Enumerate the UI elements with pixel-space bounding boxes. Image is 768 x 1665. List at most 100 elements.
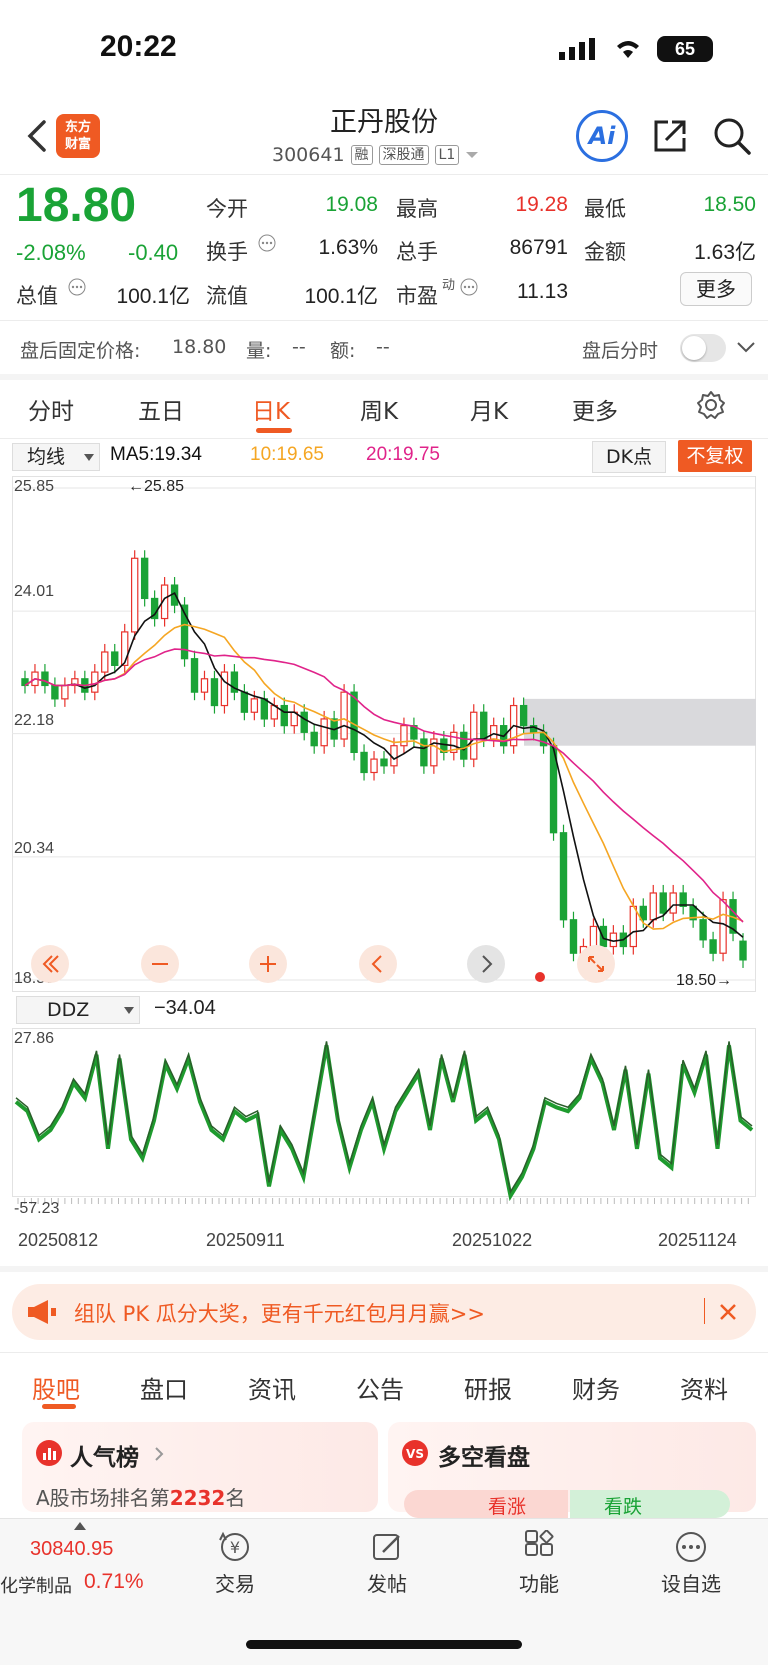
no-adjust-button[interactable]: 不复权	[678, 440, 752, 472]
popularity-title: 人气榜	[70, 1445, 139, 1471]
after-hours-toggle[interactable]	[680, 334, 726, 362]
stock-meta[interactable]: 300641 融 深股通 L1	[272, 144, 479, 166]
high-label: 最高	[396, 197, 438, 221]
zoom-out-icon[interactable]	[140, 944, 180, 984]
megaphone-icon	[28, 1300, 56, 1324]
float-cap-label: 流值	[206, 284, 248, 308]
popularity-rank: 2232	[169, 1486, 226, 1510]
divider	[0, 174, 768, 175]
candle	[320, 718, 328, 747]
turnover-label: 换手	[206, 240, 248, 264]
tag-connect: 深股通	[378, 145, 429, 165]
dropdown-icon	[84, 454, 94, 461]
svg-text:VS: VS	[406, 1447, 424, 1461]
ddz-indicator-select[interactable]: DDZ	[16, 996, 140, 1024]
candle	[709, 939, 717, 954]
dropdown-icon	[124, 1007, 134, 1014]
tag-level: L1	[434, 145, 460, 165]
date-label: 20251022	[452, 1230, 533, 1250]
tab-five-day[interactable]: 五日	[138, 392, 184, 426]
market-cap-value: 100.1亿	[116, 285, 190, 308]
promo-text[interactable]: 组队 PK 瓜分大奖，更有千元红包月月赢>>	[74, 1298, 485, 1328]
amount-label: 金额	[584, 240, 626, 264]
candle	[490, 725, 498, 740]
index-name[interactable]: 化学制品	[0, 1572, 72, 1598]
add-watchlist-button[interactable]: 设自选	[636, 1530, 746, 1597]
tab-financials[interactable]: 财务	[572, 1370, 620, 1405]
banner-divider	[704, 1298, 705, 1324]
dk-point-button[interactable]: DK点	[592, 441, 666, 473]
candle	[360, 751, 368, 774]
candle	[669, 892, 677, 914]
after-hours-volume-label: 量:	[246, 340, 272, 362]
trade-button[interactable]: ¥ 交易	[180, 1530, 290, 1597]
tab-more-periods[interactable]: 更多	[572, 392, 618, 426]
scroll-right-icon[interactable]	[466, 944, 506, 984]
tab-daily-k[interactable]: 日K	[252, 392, 290, 426]
index-change[interactable]: 0.71%	[84, 1570, 144, 1594]
y-axis-label: 25.85	[14, 478, 55, 495]
tab-forum[interactable]: 股吧	[32, 1370, 80, 1405]
candle	[130, 557, 139, 633]
candle	[739, 940, 747, 961]
ddz-chart[interactable]	[12, 1028, 756, 1224]
tab-order-book[interactable]: 盘口	[140, 1370, 188, 1405]
grid-icon	[525, 1530, 554, 1556]
bear-bar[interactable]	[570, 1490, 730, 1518]
change-amount: -0.40	[128, 240, 179, 265]
volume-value: 86791	[509, 236, 568, 259]
candle	[61, 684, 69, 700]
close-icon[interactable]	[718, 1302, 738, 1322]
candle	[519, 704, 528, 727]
bull-label[interactable]: 看涨	[488, 1492, 526, 1519]
index-value[interactable]: 30840.95	[30, 1538, 113, 1561]
info-icon[interactable]	[258, 234, 276, 252]
after-hours-amount: --	[376, 336, 390, 358]
ma20-value: 20:19.75	[366, 444, 440, 465]
tab-intraday[interactable]: 分时	[28, 392, 74, 426]
low-value: 18.50	[703, 193, 756, 216]
ma5-value: MA5:19.34	[110, 444, 202, 465]
candle	[101, 651, 109, 673]
candle	[41, 671, 49, 687]
bull-bar[interactable]	[404, 1490, 568, 1518]
candle	[559, 832, 568, 921]
bear-label[interactable]: 看跌	[604, 1492, 642, 1519]
post-button[interactable]: 发帖	[332, 1530, 442, 1597]
search-icon[interactable]	[712, 116, 752, 156]
volume-label: 总手	[396, 240, 438, 264]
more-quote-button[interactable]: 更多	[680, 272, 752, 306]
wifi-icon	[617, 41, 639, 58]
chevron-down-icon[interactable]	[736, 340, 756, 354]
info-icon[interactable]	[460, 278, 478, 296]
candle	[280, 704, 288, 727]
tab-research[interactable]: 研报	[464, 1370, 512, 1405]
candle	[340, 691, 348, 740]
kline-chart[interactable]	[12, 476, 756, 992]
candle	[210, 678, 219, 707]
zoom-in-icon[interactable]	[248, 944, 288, 984]
gear-icon[interactable]	[696, 390, 726, 420]
fullscreen-icon[interactable]	[576, 944, 616, 984]
change-percent: -2.08%	[16, 240, 86, 265]
bull-bear-title: 多空看盘	[438, 1445, 530, 1471]
after-hours-amount-label: 额:	[330, 340, 356, 362]
last-price: 18.80	[16, 179, 137, 232]
tab-monthly-k[interactable]: 月K	[470, 392, 508, 426]
share-icon[interactable]	[650, 116, 690, 156]
features-button[interactable]: 功能	[484, 1530, 594, 1597]
tab-profile[interactable]: 资料	[680, 1370, 728, 1405]
date-label: 20251124	[658, 1230, 737, 1250]
candle	[420, 738, 428, 767]
candle	[190, 658, 199, 693]
ai-assistant-button[interactable]: Ai	[576, 110, 628, 162]
tab-announcements[interactable]: 公告	[356, 1370, 404, 1405]
info-icon[interactable]	[68, 278, 86, 296]
section-gap	[0, 374, 768, 380]
scroll-left-icon[interactable]	[358, 944, 398, 984]
tab-weekly-k[interactable]: 周K	[360, 392, 398, 426]
tab-news[interactable]: 资讯	[248, 1370, 296, 1405]
ddz-value: −34.04	[154, 997, 216, 1019]
candle	[200, 678, 209, 693]
scroll-start-icon[interactable]	[30, 944, 70, 984]
